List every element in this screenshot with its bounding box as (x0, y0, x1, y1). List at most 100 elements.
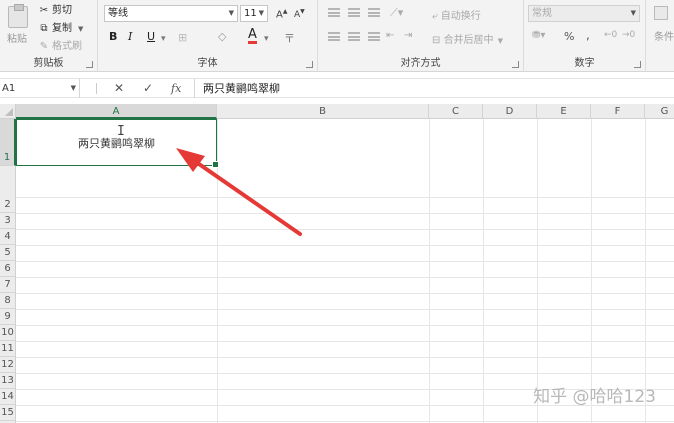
text-cursor-icon: I (117, 124, 125, 139)
gridline (16, 341, 674, 342)
chevron-down-icon: ▼ (258, 9, 264, 17)
alignment-launcher-icon[interactable] (512, 61, 519, 68)
gridline (16, 261, 674, 262)
decrease-indent-icon[interactable]: ⇤ (386, 30, 394, 41)
insert-function-button[interactable]: fx (171, 79, 181, 98)
clipboard-launcher-icon[interactable] (86, 61, 93, 68)
row-header-14[interactable]: 14 (0, 389, 16, 405)
underline-button[interactable]: U (147, 30, 155, 43)
watermark: 知乎 @哈哈123 (533, 387, 656, 407)
ribbon: 粘贴 ✂ 剪切 ⧉ 复制 ▼ ✎ 格式刷 剪贴板 等线 ▼ 11 ▼ A▲ A▼ B I… (0, 0, 674, 72)
formula-input[interactable]: 两只黄鹂鸣翠柳 (194, 79, 674, 98)
copy-button[interactable]: ⧉ 复制 ▼ (38, 19, 83, 34)
row-header-7[interactable]: 7 (0, 277, 16, 293)
worksheet-grid[interactable]: A B C D E F G 1 2 3 4 5 6 7 8 9 10 11 12… (0, 104, 674, 423)
row-header-5[interactable]: 5 (0, 245, 16, 261)
decrease-decimal-icon[interactable]: →0 (622, 30, 635, 40)
alignment-group: ⟋▾ ⇤ ⇥ ⤶ 自动换行 ⊟ 合并后居中 ▼ 对齐方式 (318, 0, 524, 72)
paste-button-label[interactable]: 粘贴 (7, 30, 27, 45)
increase-font-icon[interactable]: A▲ (276, 8, 287, 20)
name-box[interactable]: A1 ▼ (0, 79, 80, 98)
alignment-group-label: 对齐方式 (400, 58, 441, 69)
row-header-1[interactable]: 1 (0, 119, 16, 166)
increase-indent-icon[interactable]: ⇥ (404, 30, 412, 41)
chevron-down-icon: ▼ (630, 9, 636, 17)
conditional-format-label[interactable]: 条件 (654, 28, 674, 43)
enter-button[interactable]: ✓ (143, 79, 153, 98)
font-size-select[interactable]: 11 ▼ (240, 5, 268, 22)
font-group-label: 字体 (197, 58, 218, 69)
clipboard-group-label: 剪贴板 (33, 58, 64, 69)
row-header-12[interactable]: 12 (0, 357, 16, 373)
row-header-15[interactable]: 15 (0, 405, 16, 421)
align-bottom-icon[interactable] (368, 8, 380, 17)
chevron-down-icon[interactable]: ▾ (161, 34, 166, 44)
gridline (429, 119, 430, 423)
align-left-icon[interactable] (328, 32, 340, 41)
merge-icon: ⊟ (432, 35, 444, 46)
cancel-button[interactable]: ✕ (114, 79, 124, 98)
formula-bar-separator (96, 83, 97, 94)
gridline (16, 197, 674, 198)
select-all-button[interactable] (0, 104, 16, 119)
cut-button[interactable]: ✂ 剪切 (38, 1, 72, 16)
row-header-10[interactable]: 10 (0, 325, 16, 341)
conditional-format-icon[interactable] (654, 6, 668, 20)
font-color-icon[interactable]: A (248, 28, 257, 44)
column-header-e[interactable]: E (537, 104, 591, 119)
gridline (16, 309, 674, 310)
format-painter-button[interactable]: ✎ 格式刷 (38, 37, 82, 52)
row-header-9[interactable]: 9 (0, 309, 16, 325)
column-header-c[interactable]: C (429, 104, 483, 119)
align-center-icon[interactable] (348, 32, 360, 41)
percent-button[interactable]: % (564, 30, 574, 43)
column-header-b[interactable]: B (217, 104, 429, 119)
chevron-down-icon: ▼ (78, 25, 84, 33)
column-header-g[interactable]: G (645, 104, 674, 119)
column-header-d[interactable]: D (483, 104, 537, 119)
merge-center-button[interactable]: ⊟ 合并后居中 ▼ (432, 31, 503, 46)
paste-icon[interactable] (8, 4, 28, 28)
gridline (16, 325, 674, 326)
gridline (16, 421, 674, 422)
bold-button[interactable]: B (109, 30, 117, 43)
font-name-select[interactable]: 等线 ▼ (104, 5, 238, 22)
chevron-down-icon: ▼ (70, 84, 76, 92)
gridline (16, 245, 674, 246)
currency-icon[interactable]: ⛃▾ (532, 30, 545, 41)
row-header-4[interactable]: 4 (0, 229, 16, 245)
italic-button[interactable]: I (128, 30, 132, 43)
wrap-text-button[interactable]: ⤶ 自动换行 (432, 7, 481, 22)
brush-icon: ✎ (39, 41, 49, 52)
increase-decimal-icon[interactable]: ←0 (604, 30, 617, 40)
number-launcher-icon[interactable] (634, 61, 641, 68)
row-header-13[interactable]: 13 (0, 373, 16, 389)
row-header-1-lower (0, 166, 16, 197)
border-icon[interactable]: ⊞ (178, 31, 187, 44)
fill-color-icon[interactable]: ◇ (218, 30, 226, 43)
decrease-font-icon[interactable]: A▼ (294, 8, 305, 20)
row-header-2[interactable]: 2 (0, 197, 16, 213)
formula-bar: A1 ▼ ✕ ✓ fx 两只黄鹂鸣翠柳 (0, 78, 674, 98)
orientation-icon[interactable]: ⟋▾ (390, 6, 403, 20)
clipboard-group: 粘贴 ✂ 剪切 ⧉ 复制 ▼ ✎ 格式刷 剪贴板 (0, 0, 98, 72)
font-launcher-icon[interactable] (306, 61, 313, 68)
column-header-f[interactable]: F (591, 104, 645, 119)
gridline (537, 119, 538, 423)
chevron-down-icon[interactable]: ▾ (264, 34, 269, 44)
align-middle-icon[interactable] (348, 8, 360, 17)
align-top-icon[interactable] (328, 8, 340, 17)
row-header-11[interactable]: 11 (0, 341, 16, 357)
column-header-a[interactable]: A (16, 104, 217, 119)
gridline (16, 277, 674, 278)
row-header-3[interactable]: 3 (0, 213, 16, 229)
row-header-6[interactable]: 6 (0, 261, 16, 277)
comma-button[interactable]: , (586, 28, 590, 42)
gridline (645, 119, 646, 423)
phonetic-icon[interactable]: 〒 (284, 30, 295, 46)
number-format-select[interactable]: 常规 ▼ (528, 5, 640, 22)
row-header-8[interactable]: 8 (0, 293, 16, 309)
gridline (16, 293, 674, 294)
align-right-icon[interactable] (368, 32, 380, 41)
number-group: 常规 ▼ ⛃▾ % , ←0 →0 数字 (524, 0, 646, 72)
